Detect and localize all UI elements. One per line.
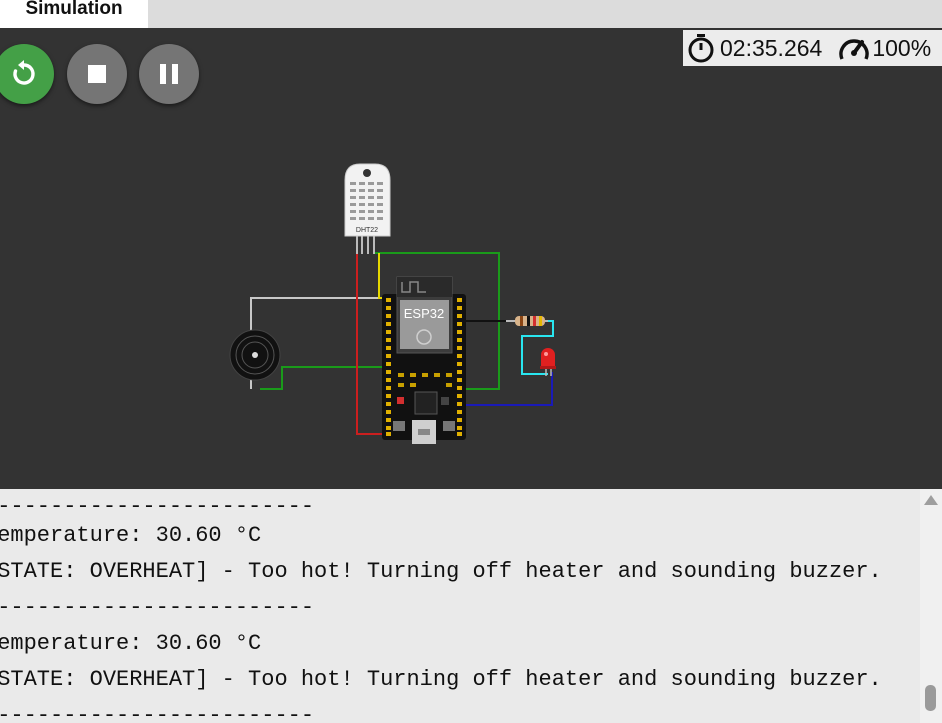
serial-line: ------------------------- xyxy=(0,595,315,620)
scroll-up-arrow-icon[interactable] xyxy=(924,495,938,505)
circuit-diagram[interactable]: DHT22 ESP32 xyxy=(0,28,942,489)
serial-monitor[interactable]: ------------------------- Temperature: 3… xyxy=(0,489,920,723)
serial-line: Temperature: 30.60 °C xyxy=(0,523,262,548)
serial-line: [STATE: OVERHEAT] - Too hot! Turning off… xyxy=(0,559,882,584)
red-led[interactable] xyxy=(540,348,556,376)
simulation-canvas[interactable]: 02:35.264 100% DHT22 ESP32 xyxy=(0,28,942,489)
tab-simulation[interactable]: Simulation xyxy=(0,0,148,28)
serial-line: Temperature: 30.60 °C xyxy=(0,631,262,656)
buzzer[interactable] xyxy=(229,329,281,381)
resistor[interactable] xyxy=(506,316,548,326)
yellow-wire xyxy=(378,253,386,299)
serial-line: ------------------------- xyxy=(0,703,315,723)
esp32-label: ESP32 xyxy=(404,306,444,321)
tab-bar: Simulation xyxy=(0,0,942,28)
serial-scrollbar[interactable] xyxy=(920,489,942,723)
esp32-board[interactable]: ESP32 xyxy=(382,276,466,444)
dht22-sensor[interactable]: DHT22 xyxy=(344,163,391,254)
scrollbar-thumb[interactable] xyxy=(925,685,936,711)
serial-line: [STATE: OVERHEAT] - Too hot! Turning off… xyxy=(0,667,882,692)
dht22-label: DHT22 xyxy=(356,227,378,234)
